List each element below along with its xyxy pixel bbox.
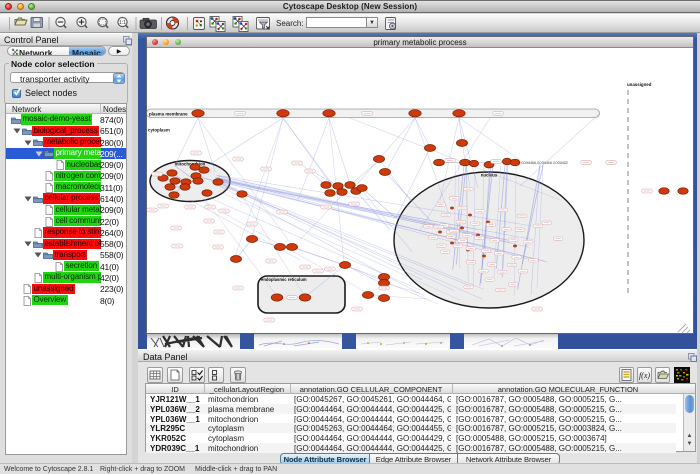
svg-text:f(x): f(x) <box>639 371 650 380</box>
svg-text:plasma membrane: plasma membrane <box>149 111 188 116</box>
svg-text:1:1: 1:1 <box>119 20 126 26</box>
svg-text:cytoplasm: cytoplasm <box>148 128 170 133</box>
svg-text:GO:0044464, GO:0044444, GO:004: GO:0044464, GO:0044444, GO:0044422 <box>521 161 568 165</box>
svg-text:endoplasmic reticulum: endoplasmic reticulum <box>261 277 307 282</box>
svg-text:unassigned: unassigned <box>627 82 652 87</box>
